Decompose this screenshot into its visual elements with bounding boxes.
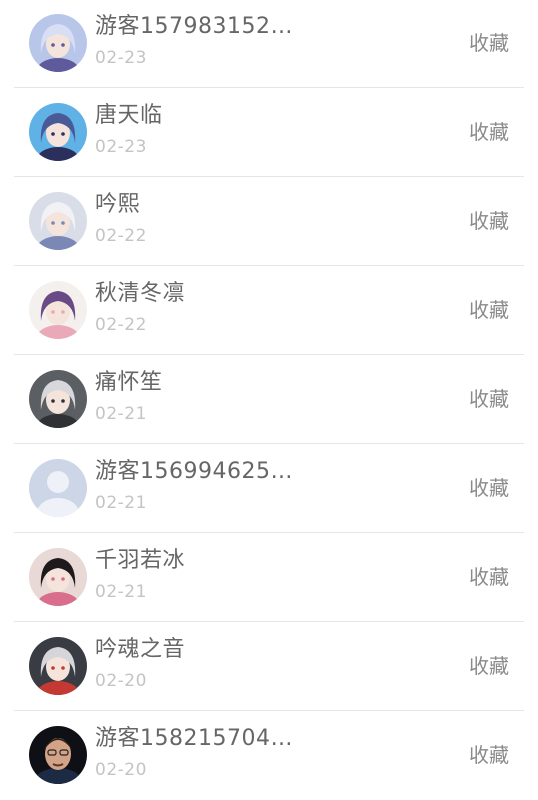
record-date: 02-22 bbox=[95, 315, 147, 335]
list-item[interactable]: 吟魂之音 02-20 收藏 bbox=[14, 623, 524, 711]
record-date: 02-20 bbox=[95, 671, 147, 691]
list-item[interactable]: 游客158215704… 02-20 收藏 bbox=[14, 712, 524, 800]
profile-picture bbox=[29, 14, 87, 72]
record-date: 02-22 bbox=[95, 226, 147, 246]
profile-picture bbox=[29, 637, 87, 695]
collect-action-label: 收藏 bbox=[469, 209, 509, 233]
user-name: 游客158215704… bbox=[95, 726, 293, 751]
avatar[interactable] bbox=[29, 548, 87, 606]
user-name: 秋清冬凛 bbox=[95, 281, 186, 306]
collect-action-label: 收藏 bbox=[469, 565, 509, 589]
record-date: 02-20 bbox=[95, 760, 147, 780]
avatar[interactable] bbox=[29, 103, 87, 161]
list-item[interactable]: 秋清冬凛 02-22 收藏 bbox=[14, 267, 524, 355]
user-name: 游客157983152… bbox=[95, 14, 293, 39]
profile-picture bbox=[29, 103, 87, 161]
list-item[interactable]: 唐天临 02-23 收藏 bbox=[14, 89, 524, 177]
avatar[interactable] bbox=[29, 281, 87, 339]
avatar[interactable] bbox=[29, 637, 87, 695]
user-name: 千羽若冰 bbox=[95, 548, 186, 573]
profile-picture bbox=[29, 281, 87, 339]
avatar[interactable] bbox=[29, 459, 87, 517]
profile-picture bbox=[29, 192, 87, 250]
record-date: 02-21 bbox=[95, 493, 147, 513]
record-date: 02-23 bbox=[95, 48, 147, 68]
record-date: 02-23 bbox=[95, 137, 147, 157]
user-name: 唐天临 bbox=[95, 103, 163, 128]
profile-picture bbox=[29, 370, 87, 428]
list-item[interactable]: 痛怀笙 02-21 收藏 bbox=[14, 356, 524, 444]
list-item[interactable]: 吟熙 02-22 收藏 bbox=[14, 178, 524, 266]
collect-action-label: 收藏 bbox=[469, 31, 509, 55]
user-name: 游客156994625… bbox=[95, 459, 293, 484]
collect-action-label: 收藏 bbox=[469, 387, 509, 411]
list-item[interactable]: 千羽若冰 02-21 收藏 bbox=[14, 534, 524, 622]
profile-picture bbox=[29, 726, 87, 784]
record-date: 02-21 bbox=[95, 582, 147, 602]
list-item[interactable]: 游客157983152… 02-23 收藏 bbox=[14, 0, 524, 88]
collect-action-label: 收藏 bbox=[469, 654, 509, 678]
user-name: 吟魂之音 bbox=[95, 637, 186, 662]
record-date: 02-21 bbox=[95, 404, 147, 424]
user-name: 吟熙 bbox=[95, 192, 141, 217]
default-avatar-icon bbox=[29, 459, 87, 517]
collection-record-list: 游客157983152… 02-23 收藏 唐天临 02-23 收藏 吟熙 02… bbox=[0, 0, 538, 794]
list-item[interactable]: 游客156994625… 02-21 收藏 bbox=[14, 445, 524, 533]
collect-action-label: 收藏 bbox=[469, 743, 509, 767]
avatar[interactable] bbox=[29, 192, 87, 250]
profile-picture bbox=[29, 548, 87, 606]
avatar[interactable] bbox=[29, 14, 87, 72]
collect-action-label: 收藏 bbox=[469, 476, 509, 500]
avatar[interactable] bbox=[29, 370, 87, 428]
collect-action-label: 收藏 bbox=[469, 298, 509, 322]
user-name: 痛怀笙 bbox=[95, 370, 163, 395]
collect-action-label: 收藏 bbox=[469, 120, 509, 144]
avatar[interactable] bbox=[29, 726, 87, 784]
